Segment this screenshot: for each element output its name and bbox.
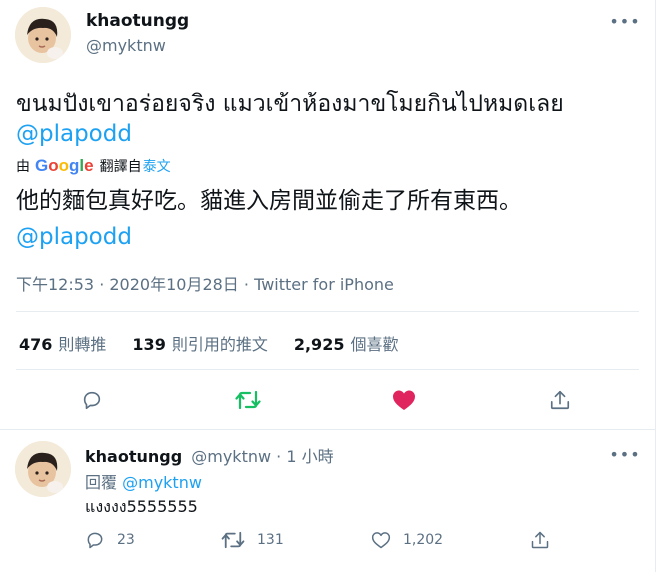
retweets-stat[interactable]: 476 則轉推 xyxy=(19,331,106,355)
reply-reply-button[interactable]: 23 xyxy=(85,528,135,552)
reply-icon xyxy=(87,532,103,549)
reply-share-button[interactable] xyxy=(530,528,550,552)
share-button[interactable] xyxy=(545,385,575,415)
tweet-text-line: ขนมปังเขาอร่อยจริง แมวเข้าห้องมาขโมยกินไ… xyxy=(16,91,564,117)
reply-retweet-button[interactable]: 131 xyxy=(221,528,284,552)
translated-text: 他的麵包真好吃。貓進入房間並偷走了所有東西。 xyxy=(16,188,522,214)
like-button[interactable] xyxy=(389,385,419,415)
retweets-label: 則轉推 xyxy=(58,335,107,354)
display-name[interactable]: khaotungg xyxy=(86,11,189,31)
reply-display-name[interactable]: khaotungg xyxy=(85,447,182,466)
quotes-stat[interactable]: 139 則引用的推文 xyxy=(132,331,267,355)
retweet-button[interactable] xyxy=(233,385,263,415)
column-border xyxy=(655,0,656,572)
reply-button[interactable] xyxy=(77,385,107,415)
handle[interactable]: @myktnw xyxy=(86,36,166,55)
divider xyxy=(16,369,639,370)
translate-label: 翻譯自 xyxy=(99,159,142,175)
share-icon xyxy=(550,390,570,410)
quotes-count: 139 xyxy=(132,335,166,354)
reply-like-button[interactable]: 1,202 xyxy=(371,528,443,552)
like-count: 1,202 xyxy=(403,532,444,548)
quotes-label: 則引用的推文 xyxy=(171,335,268,354)
replying-label: 回覆 xyxy=(85,473,118,492)
reply-text: แงงงง5555555 xyxy=(85,497,198,516)
reply-time[interactable]: 1 小時 xyxy=(286,447,333,466)
retweet-icon xyxy=(235,390,261,410)
share-icon xyxy=(531,531,549,549)
heart-icon xyxy=(393,390,415,410)
more-options-icon[interactable]: ••• xyxy=(609,10,639,32)
google-logo: Google xyxy=(35,156,94,175)
retweets-count: 476 xyxy=(19,335,53,354)
tweet-stats: 476 則轉推 139 則引用的推文 2,925 個喜歡 xyxy=(19,331,424,355)
retweet-count: 131 xyxy=(257,532,284,548)
reply-handle[interactable]: @myktnw xyxy=(191,447,271,466)
likes-label: 個喜歡 xyxy=(350,335,399,354)
tweet-mention[interactable]: @plapodd xyxy=(16,118,132,150)
translate-prefix: 由 xyxy=(16,159,30,175)
tweet-meta[interactable]: 下午12:53 · 2020年10月28日 · Twitter for iPho… xyxy=(16,271,394,295)
likes-stat[interactable]: 2,925 個喜歡 xyxy=(294,331,399,355)
reply-count: 23 xyxy=(117,532,135,548)
reply-separator: · xyxy=(276,447,282,466)
divider xyxy=(0,429,655,430)
likes-count: 2,925 xyxy=(293,335,345,354)
translate-source-language[interactable]: 泰文 xyxy=(143,156,171,176)
replying-to: 回覆 @myktnw xyxy=(85,469,202,493)
translated-mention[interactable]: @plapodd xyxy=(16,221,132,253)
replying-to-handle[interactable]: @myktnw xyxy=(122,473,202,492)
divider xyxy=(16,311,639,312)
reply-header: khaotungg @myktnw · 1 小時 xyxy=(85,443,334,467)
main-tweet: khaotungg @myktnw ••• ขนมปังเขาอร่อยจริง… xyxy=(0,0,655,430)
tweet-text: ขนมปังเขาอร่อยจริง แมวเข้าห้องมาขโมยกินไ… xyxy=(16,88,564,120)
heart-icon xyxy=(371,532,391,549)
more-options-icon[interactable]: ••• xyxy=(609,443,639,465)
retweet-icon xyxy=(221,531,245,549)
translation-attribution: 由 Google 翻譯自 泰文 xyxy=(16,155,171,177)
avatar[interactable] xyxy=(15,441,71,497)
avatar[interactable] xyxy=(15,7,71,63)
reply-icon xyxy=(83,391,101,410)
